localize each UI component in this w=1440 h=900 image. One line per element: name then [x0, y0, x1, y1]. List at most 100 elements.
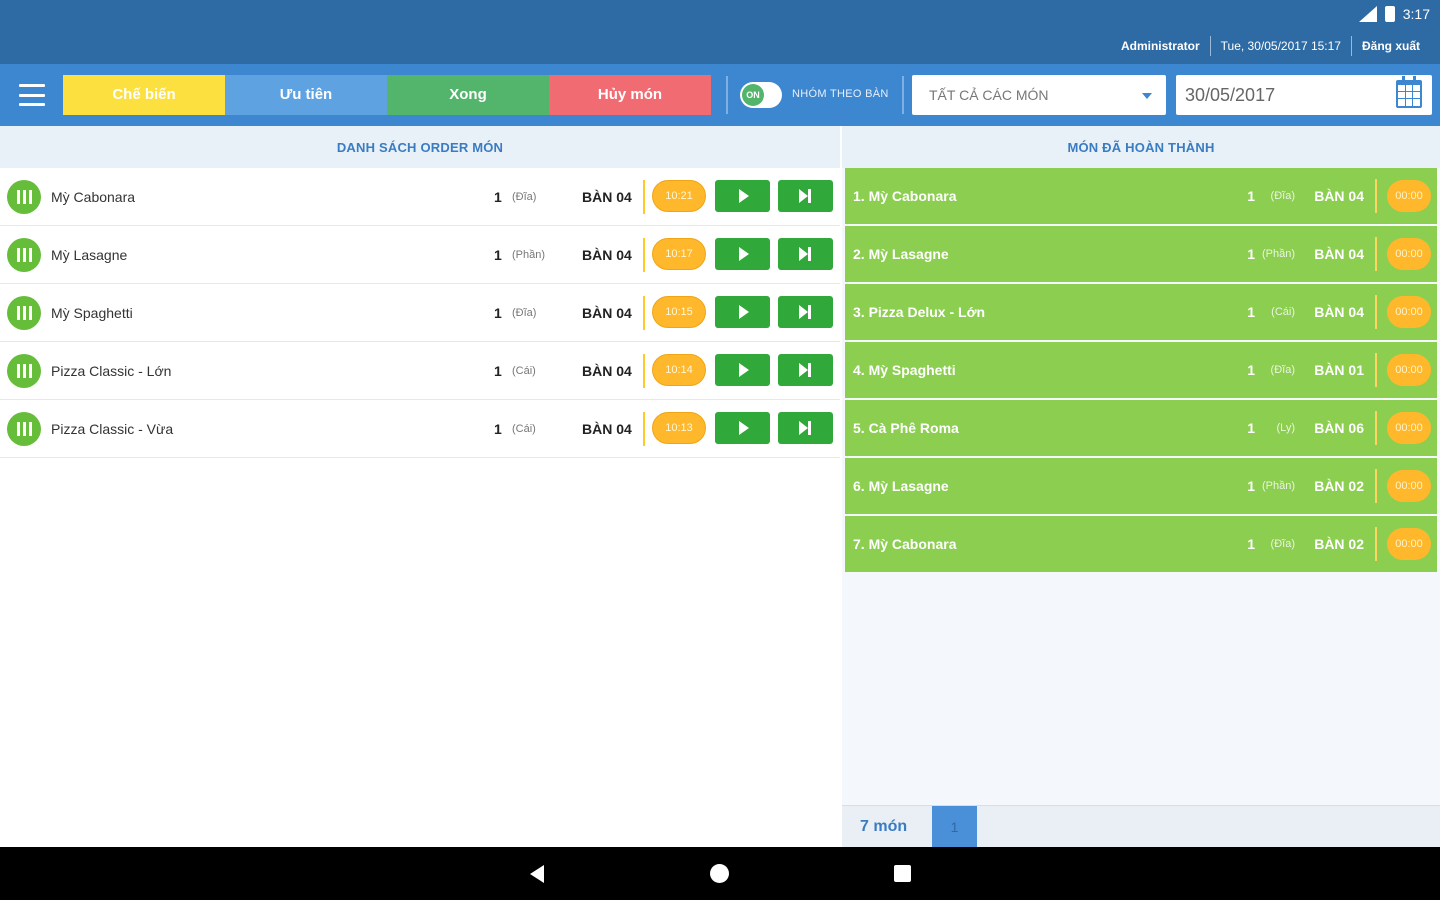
- completed-row[interactable]: 4. Mỳ Spaghetti 1 (Đĩa) BÀN 01 00:00: [845, 342, 1437, 398]
- elapsed-timer: 10:13: [652, 412, 706, 444]
- elapsed-timer: 10:17: [652, 238, 706, 270]
- order-row: Pizza Classic - Vừa 1 (Cái) BÀN 04 10:13: [0, 400, 840, 458]
- drag-handle-icon[interactable]: [7, 412, 41, 446]
- elapsed-timer: 00:00: [1387, 412, 1431, 444]
- table-number: BÀN 04: [582, 247, 632, 263]
- group-by-table-label: NHÓM THEO BÀN: [792, 88, 889, 100]
- finish-cooking-button[interactable]: [778, 238, 833, 270]
- dish-unit: (Đĩa): [1270, 538, 1295, 550]
- completed-row[interactable]: 2. Mỳ Lasagne 1 (Phần) BÀN 04 00:00: [845, 226, 1437, 282]
- start-cooking-button[interactable]: [715, 412, 770, 444]
- elapsed-timer: 10:21: [652, 180, 706, 212]
- completed-panel: MÓN ĐÃ HOÀN THÀNH 1. Mỳ Cabonara 1 (Đĩa)…: [842, 126, 1440, 848]
- dish-name: 5. Cà Phê Roma: [853, 420, 959, 436]
- dish-name: 4. Mỳ Spaghetti: [853, 362, 956, 378]
- finish-cooking-button[interactable]: [778, 354, 833, 386]
- system-status-bar: 3:17: [1358, 6, 1430, 22]
- divider: [902, 76, 904, 114]
- start-cooking-button[interactable]: [715, 238, 770, 270]
- toolbar: Chế biến Ưu tiên Xong Hủy món ON NHÓM TH…: [0, 64, 1440, 126]
- dish-name: Mỳ Cabonara: [51, 189, 136, 205]
- finish-cooking-button[interactable]: [778, 412, 833, 444]
- dish-quantity: 1: [1247, 246, 1255, 262]
- dish-name: 7. Mỳ Cabonara: [853, 536, 957, 552]
- dish-quantity: 1: [494, 305, 502, 321]
- order-list-panel: DANH SÁCH ORDER MÓN Mỳ Cabonara 1 (Đĩa) …: [0, 126, 840, 847]
- completed-row[interactable]: 5. Cà Phê Roma 1 (Ly) BÀN 06 00:00: [845, 400, 1437, 456]
- dish-name: 1. Mỳ Cabonara: [853, 188, 957, 204]
- dish-unit: (Đĩa): [1270, 190, 1295, 202]
- table-number: BÀN 01: [1314, 362, 1364, 378]
- dish-quantity: 1: [494, 247, 502, 263]
- elapsed-timer: 10:14: [652, 354, 706, 386]
- completed-row[interactable]: 7. Mỳ Cabonara 1 (Đĩa) BÀN 02 00:00: [845, 516, 1437, 572]
- tab-cancelled[interactable]: Hủy món: [549, 75, 711, 115]
- elapsed-timer: 00:00: [1387, 296, 1431, 328]
- tab-processing[interactable]: Chế biến: [63, 75, 225, 115]
- dish-name: 6. Mỳ Lasagne: [853, 478, 949, 494]
- divider: [643, 238, 645, 272]
- drag-handle-icon[interactable]: [7, 296, 41, 330]
- elapsed-timer: 00:00: [1387, 354, 1431, 386]
- elapsed-timer: 00:00: [1387, 528, 1431, 560]
- order-row: Pizza Classic - Lớn 1 (Cái) BÀN 04 10:14: [0, 342, 840, 400]
- dish-unit: (Phần): [1261, 480, 1295, 492]
- finish-cooking-button[interactable]: [778, 296, 833, 328]
- calendar-icon[interactable]: [1396, 76, 1422, 108]
- dish-unit: (Cái): [512, 423, 536, 435]
- dish-unit: (Cái): [512, 365, 536, 377]
- skip-next-icon: [799, 247, 811, 261]
- skip-next-icon: [799, 363, 811, 377]
- play-icon: [739, 305, 749, 319]
- table-number: BÀN 04: [582, 189, 632, 205]
- dish-quantity: 1: [1247, 188, 1255, 204]
- dish-name: Mỳ Spaghetti: [51, 305, 133, 321]
- battery-icon: [1384, 6, 1395, 22]
- drag-handle-icon[interactable]: [7, 354, 41, 388]
- group-by-table-toggle[interactable]: ON: [740, 82, 782, 108]
- dish-quantity: 1: [494, 189, 502, 205]
- table-number: BÀN 06: [1314, 420, 1364, 436]
- date-input[interactable]: [1176, 75, 1432, 115]
- start-cooking-button[interactable]: [715, 354, 770, 386]
- current-datetime: Tue, 30/05/2017 15:17: [1220, 39, 1341, 53]
- finish-cooking-button[interactable]: [778, 180, 833, 212]
- clock: 3:17: [1402, 6, 1430, 22]
- logout-link[interactable]: Đăng xuất: [1352, 39, 1430, 53]
- drag-handle-icon[interactable]: [7, 180, 41, 214]
- caret-down-icon: [1142, 93, 1152, 99]
- dish-name: 3. Pizza Delux - Lớn: [853, 304, 986, 320]
- play-icon: [739, 247, 749, 261]
- skip-next-icon: [799, 421, 811, 435]
- completed-row[interactable]: 3. Pizza Delux - Lớn 1 (Cái) BÀN 04 00:0…: [845, 284, 1437, 340]
- divider: [1375, 237, 1377, 271]
- dish-quantity: 1: [1247, 536, 1255, 552]
- completed-row[interactable]: 6. Mỳ Lasagne 1 (Phần) BÀN 02 00:00: [845, 458, 1437, 514]
- divider: [1375, 411, 1377, 445]
- elapsed-timer: 00:00: [1387, 470, 1431, 502]
- tab-done[interactable]: Xong: [387, 75, 549, 115]
- toggle-knob: ON: [742, 84, 764, 106]
- start-cooking-button[interactable]: [715, 296, 770, 328]
- back-icon[interactable]: [530, 865, 544, 883]
- completed-row[interactable]: 1. Mỳ Cabonara 1 (Đĩa) BÀN 04 00:00: [845, 168, 1437, 224]
- recent-apps-icon[interactable]: [894, 865, 911, 882]
- pagination-footer: 7 món 1: [842, 805, 1440, 848]
- dish-unit: (Phần): [1261, 248, 1295, 260]
- page-button[interactable]: 1: [932, 806, 977, 848]
- hamburger-menu-icon[interactable]: [14, 80, 50, 110]
- divider: [1375, 295, 1377, 329]
- dish-quantity: 1: [494, 421, 502, 437]
- drag-handle-icon[interactable]: [7, 238, 41, 272]
- dish-filter-select[interactable]: TẤT CẢ CÁC MÓN: [912, 75, 1166, 115]
- home-icon[interactable]: [710, 864, 729, 883]
- dish-quantity: 1: [494, 363, 502, 379]
- play-icon: [739, 421, 749, 435]
- start-cooking-button[interactable]: [715, 180, 770, 212]
- play-icon: [739, 189, 749, 203]
- app-header: 3:17 Administrator Tue, 30/05/2017 15:17…: [0, 0, 1440, 64]
- tab-priority[interactable]: Ưu tiên: [225, 75, 387, 115]
- signal-icon: [1358, 6, 1377, 22]
- order-row: Mỳ Lasagne 1 (Phần) BÀN 04 10:17: [0, 226, 840, 284]
- dish-name: Pizza Classic - Vừa: [51, 421, 174, 437]
